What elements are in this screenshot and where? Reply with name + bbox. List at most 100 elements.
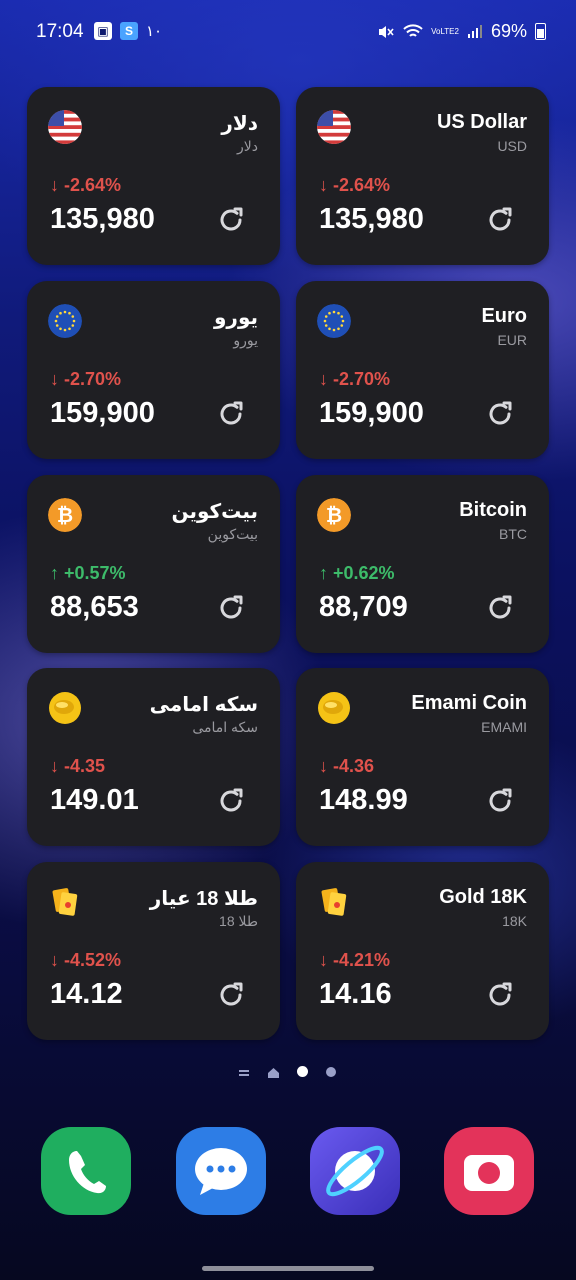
page-indicator	[0, 1065, 576, 1081]
currency-name: Gold 18K	[439, 886, 527, 908]
refresh-icon[interactable]	[485, 980, 515, 1010]
phone-icon	[69, 1151, 106, 1194]
change-percent: ↑ +0.62%	[319, 563, 395, 583]
menu-page-icon[interactable]	[238, 1067, 250, 1079]
refresh-icon[interactable]	[216, 980, 246, 1010]
lte-indicator: VoLTE2	[431, 26, 459, 36]
mute-icon	[379, 25, 394, 38]
change-percent: ↓ -4.52%	[50, 950, 122, 970]
arrow-down-icon: ↓	[50, 950, 65, 970]
arrow-down-icon: ↓	[50, 369, 65, 389]
change-percent: ↓ -4.21%	[319, 950, 391, 970]
eu-flag-icon	[48, 304, 82, 338]
change-percent: ↓ -2.64%	[319, 175, 391, 195]
bitcoin-icon: ₿	[48, 498, 82, 532]
rate-widget-card[interactable]: Gold 18K 18K ↓ -4.21% 14.16	[296, 862, 549, 1040]
arrow-down-icon: ↓	[319, 950, 334, 970]
change-percent: ↓ -4.36	[319, 756, 375, 776]
rate-widget-card[interactable]: Emami Coin EMAMI ↓ -4.36 148.99	[296, 668, 549, 846]
bitcoin-icon: ₿	[317, 498, 351, 532]
rate-value: 135,980	[319, 203, 424, 235]
battery-icon	[535, 23, 546, 40]
change-percent: ↑ +0.57%	[50, 563, 126, 583]
home-gesture-bar[interactable]	[202, 1266, 374, 1271]
currency-name: سکه امامی	[149, 694, 258, 716]
currency-name: Emami Coin	[411, 692, 527, 714]
page-dot-active[interactable]	[297, 1066, 308, 1077]
home-page-icon[interactable]	[267, 1067, 280, 1079]
change-percent: ↓ -4.35	[50, 756, 106, 776]
currency-code: 18K	[502, 913, 527, 929]
page-dot[interactable]	[326, 1067, 336, 1077]
currency-code: EMAMI	[481, 719, 527, 735]
browser-app-icon[interactable]	[310, 1127, 400, 1215]
rate-widget-card[interactable]: دلار دلار ↓ -2.64% 135,980	[27, 87, 280, 265]
currency-name: یورو	[214, 307, 258, 329]
rate-widget-card[interactable]: Euro EUR ↓ -2.70% 159,900	[296, 281, 549, 459]
rate-widget-card[interactable]: ₿ Bitcoin BTC ↑ +0.62% 88,709	[296, 475, 549, 653]
gold-coin-icon	[317, 691, 351, 725]
change-percent: ↓ -2.64%	[50, 175, 122, 195]
rate-value: 88,653	[50, 591, 139, 623]
currency-code: EUR	[497, 332, 527, 348]
phone-app-icon[interactable]	[41, 1127, 131, 1215]
gold-bar-icon	[48, 885, 82, 919]
us-flag-icon	[48, 110, 82, 144]
rate-value: 149.01	[50, 784, 139, 816]
rate-widget-card[interactable]: سکه امامی سکه امامی ↓ -4.35 149.01	[27, 668, 280, 846]
currency-code: بیت‌کوین	[207, 526, 258, 542]
messages-icon	[195, 1148, 247, 1195]
rate-widget-card[interactable]: ₿ بیت‌کوین بیت‌کوین ↑ +0.57% 88,653	[27, 475, 280, 653]
s-app-icon: S	[120, 22, 138, 40]
rate-widget-card[interactable]: US Dollar USD ↓ -2.64% 135,980	[296, 87, 549, 265]
image-icon: ▣	[94, 22, 112, 40]
rate-value: 159,900	[50, 397, 155, 429]
svg-text:₿: ₿	[57, 503, 73, 527]
us-flag-icon	[317, 110, 351, 144]
currency-code: سکه امامی	[192, 719, 258, 735]
rate-widget-card[interactable]: طلا 18 عیار طلا 18 ↓ -4.52% 14.12	[27, 862, 280, 1040]
rate-value: 88,709	[319, 591, 408, 623]
refresh-icon[interactable]	[485, 786, 515, 816]
camera-icon	[464, 1155, 514, 1191]
change-percent: ↓ -2.70%	[50, 369, 122, 389]
currency-name: بیت‌کوین	[171, 501, 258, 523]
svg-text:₿: ₿	[326, 503, 342, 527]
battery-percent: 69%	[490, 21, 527, 41]
rate-value: 14.12	[50, 978, 123, 1010]
refresh-icon[interactable]	[485, 205, 515, 235]
refresh-icon[interactable]	[216, 399, 246, 429]
arrow-down-icon: ↓	[319, 756, 334, 776]
rate-widget-card[interactable]: یورو یورو ↓ -2.70% 159,900	[27, 281, 280, 459]
refresh-icon[interactable]	[216, 593, 246, 623]
rate-value: 135,980	[50, 203, 155, 235]
arrow-up-icon: ↑	[50, 563, 65, 583]
internet-browser-icon	[326, 1145, 384, 1197]
gold-coin-icon	[48, 691, 82, 725]
currency-code: یورو	[233, 332, 258, 348]
rate-value: 14.16	[319, 978, 392, 1010]
refresh-icon[interactable]	[216, 786, 246, 816]
rate-value: 159,900	[319, 397, 424, 429]
currency-name: Euro	[481, 305, 527, 327]
currency-name: دلار	[221, 113, 258, 135]
camera-app-icon[interactable]	[444, 1127, 534, 1215]
refresh-icon[interactable]	[485, 399, 515, 429]
currency-name: US Dollar	[436, 111, 527, 133]
currency-name: طلا 18 عیار	[149, 888, 258, 910]
status-bar: 17:04 ▣ S ١٠ VoLTE2 69%	[0, 0, 576, 64]
status-time: 17:04	[36, 21, 84, 42]
messages-app-icon[interactable]	[176, 1127, 266, 1215]
change-percent: ↓ -2.70%	[319, 369, 391, 389]
notification-count: ١٠	[146, 22, 163, 40]
notification-icons: ▣ S ١٠	[94, 22, 162, 40]
currency-code: طلا 18	[219, 913, 258, 929]
rate-value: 148.99	[319, 784, 408, 816]
refresh-icon[interactable]	[485, 593, 515, 623]
refresh-icon[interactable]	[216, 205, 246, 235]
arrow-down-icon: ↓	[319, 369, 334, 389]
arrow-up-icon: ↑	[319, 563, 334, 583]
currency-code: BTC	[499, 526, 527, 542]
arrow-down-icon: ↓	[50, 756, 65, 776]
system-icons: VoLTE2 69%	[377, 21, 546, 42]
